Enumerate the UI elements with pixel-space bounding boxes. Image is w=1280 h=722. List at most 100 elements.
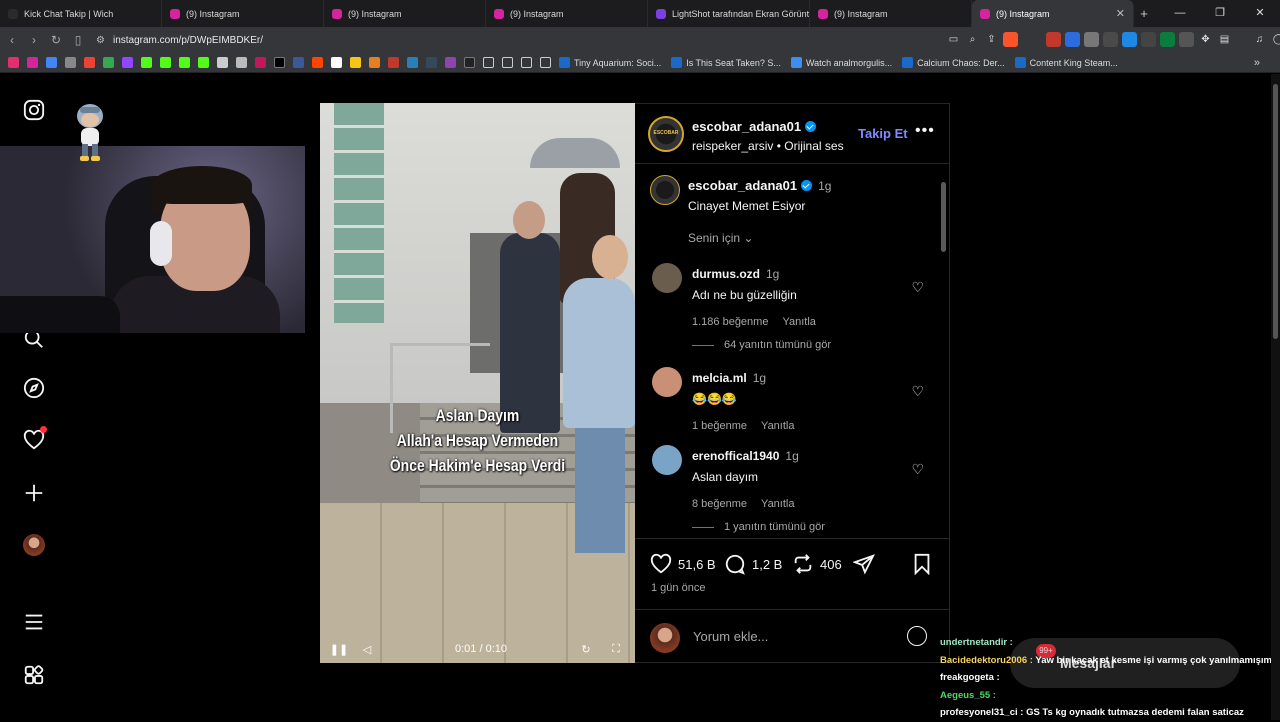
extension-7-icon[interactable]: [1160, 32, 1175, 47]
view-replies-link[interactable]: 64 yanıtın tümünü gör: [692, 339, 831, 351]
browser-tab[interactable]: (9) Instagram: [162, 0, 324, 27]
bookmark-google-icon[interactable]: [46, 57, 57, 68]
view-replies-link[interactable]: 1 yanıtın tümünü gör: [692, 521, 825, 533]
caption-avatar[interactable]: [650, 175, 680, 205]
bookmark-item[interactable]: Calcium Chaos: Der...: [902, 57, 1005, 68]
bookmark-9-icon[interactable]: [369, 57, 380, 68]
comment-likes[interactable]: 1.186 beğenme: [692, 316, 768, 328]
comment-username[interactable]: erenoffical1940: [692, 449, 779, 463]
reply-button[interactable]: Yanıtla: [761, 420, 794, 432]
bookmark-6-icon[interactable]: [255, 57, 266, 68]
bookmark-item[interactable]: Content King Steam...: [1014, 57, 1118, 68]
folder-icon[interactable]: [502, 57, 513, 68]
folder-icon[interactable]: [540, 57, 551, 68]
bookmark-7-icon[interactable]: [293, 57, 304, 68]
audio-info[interactable]: reispeker_arsiv • Orijinal ses: [692, 139, 844, 153]
profile-avatar[interactable]: [22, 533, 46, 557]
share-icon[interactable]: ⇪: [984, 32, 999, 47]
comment-avatar[interactable]: [652, 263, 682, 293]
extension-8-icon[interactable]: [1179, 32, 1194, 47]
comment-like-heart-icon[interactable]: ♡: [911, 383, 924, 400]
author-username[interactable]: escobar_adana01: [692, 119, 801, 134]
comment-action[interactable]: 1,2 B: [724, 553, 782, 575]
bookmark-14-icon[interactable]: [464, 57, 475, 68]
address-bar[interactable]: ⚙ instagram.com/p/DWpEIMBDKEr/: [88, 30, 940, 50]
extension-4-icon[interactable]: [1103, 32, 1118, 47]
browser-tab[interactable]: (9) Instagram ✕: [972, 0, 1134, 27]
notifications-heart-icon[interactable]: [22, 426, 47, 452]
bookmark-item[interactable]: Tiny Aquarium: Soci...: [559, 57, 661, 68]
browser-tab[interactable]: (9) Instagram: [324, 0, 486, 27]
bookmark-instagram-icon[interactable]: [27, 57, 38, 68]
browser-tab[interactable]: Kick Chat Takip | Wich: [0, 0, 162, 27]
bookmark-drive-icon[interactable]: [103, 57, 114, 68]
instagram-logo-icon[interactable]: [22, 98, 46, 122]
back-icon[interactable]: ‹: [2, 33, 22, 47]
folder-icon[interactable]: [483, 57, 494, 68]
save-action[interactable]: [912, 553, 932, 575]
reply-button[interactable]: Yanıtla: [782, 316, 815, 328]
bookmark-globe-icon[interactable]: [65, 57, 76, 68]
minimize-icon[interactable]: —: [1160, 0, 1200, 27]
comment-input[interactable]: Yorum ekle...: [693, 629, 768, 644]
bookmark-10-icon[interactable]: [388, 57, 399, 68]
comment-avatar[interactable]: [652, 445, 682, 475]
profile-icon[interactable]: ◯: [1271, 32, 1280, 47]
volume-icon[interactable]: ◁: [356, 643, 378, 656]
bookmark-reddit-icon[interactable]: [312, 57, 323, 68]
page-scrollbar[interactable]: [1271, 74, 1280, 720]
bookmark-13-icon[interactable]: [445, 57, 456, 68]
reply-button[interactable]: Yanıtla: [761, 498, 794, 510]
comment-likes[interactable]: 1 beğenme: [692, 420, 747, 432]
emoji-icon[interactable]: [907, 626, 927, 646]
extension-1-icon[interactable]: [1046, 32, 1061, 47]
browser-tab[interactable]: LightShot tarafından Ekran Görüntüsü: [648, 0, 810, 27]
bookmark-x-icon[interactable]: [274, 57, 285, 68]
comment-like-heart-icon[interactable]: ♡: [911, 461, 924, 478]
comment-like-heart-icon[interactable]: ♡: [911, 279, 924, 296]
bookmark-5-icon[interactable]: [236, 57, 247, 68]
comments-scrollbar[interactable]: [940, 168, 946, 536]
site-info-icon[interactable]: ⚙: [96, 35, 105, 46]
extension-5-icon[interactable]: [1122, 32, 1137, 47]
bookmark-youtube-icon[interactable]: [8, 57, 19, 68]
create-plus-icon[interactable]: [22, 481, 46, 505]
bookmark-kick-icon[interactable]: [141, 57, 152, 68]
zoom-icon[interactable]: ⌕: [965, 32, 980, 47]
post-video[interactable]: Aslan Dayım Allah'a Hesap Vermeden Önce …: [320, 103, 635, 663]
bookmark-8-icon[interactable]: [350, 57, 361, 68]
like-action[interactable]: 51,6 B: [650, 553, 716, 575]
brave-shield-icon[interactable]: [1003, 32, 1018, 47]
comment-username[interactable]: melcia.ml: [692, 371, 747, 385]
more-options-icon[interactable]: •••: [915, 122, 935, 140]
sort-dropdown[interactable]: Senin için ⌄: [688, 231, 753, 245]
bookmark-item[interactable]: Watch analmorgulis...: [790, 57, 892, 68]
more-bookmarks-icon[interactable]: »: [1254, 57, 1260, 69]
caption-username[interactable]: escobar_adana01: [688, 178, 797, 193]
bookmark-anchor-icon[interactable]: [217, 57, 228, 68]
close-tab-icon[interactable]: ✕: [1116, 7, 1125, 20]
forward-icon[interactable]: ›: [24, 33, 44, 47]
extension-2-icon[interactable]: [1065, 32, 1080, 47]
extensions-puzzle-icon[interactable]: ✥: [1198, 32, 1213, 47]
author-avatar[interactable]: ESCOBAR: [648, 116, 684, 152]
pause-icon[interactable]: ❚❚: [328, 643, 350, 656]
bookmark-kick-4-icon[interactable]: [198, 57, 209, 68]
sidebar-icon[interactable]: ▤: [1217, 32, 1232, 47]
browser-tab[interactable]: (9) Instagram: [810, 0, 972, 27]
new-tab-icon[interactable]: +: [1134, 6, 1154, 21]
bookmark-p-icon[interactable]: [331, 57, 342, 68]
bookmark-kick-2-icon[interactable]: [160, 57, 171, 68]
screenshot-icon[interactable]: ▭: [946, 32, 961, 47]
repost-action[interactable]: 406: [792, 553, 842, 575]
reload-icon[interactable]: ↻: [46, 33, 66, 47]
more-menu-icon[interactable]: [22, 610, 46, 634]
bookmark-icon[interactable]: ▯: [68, 33, 88, 47]
bookmark-12-icon[interactable]: [426, 57, 437, 68]
close-window-icon[interactable]: ✕: [1240, 0, 1280, 27]
explore-icon[interactable]: [22, 376, 46, 400]
follow-button[interactable]: Takip Et: [858, 126, 908, 141]
fullscreen-icon[interactable]: ⛶: [605, 643, 627, 656]
browser-tab[interactable]: (9) Instagram: [486, 0, 648, 27]
replay-icon[interactable]: ↻: [575, 643, 597, 656]
